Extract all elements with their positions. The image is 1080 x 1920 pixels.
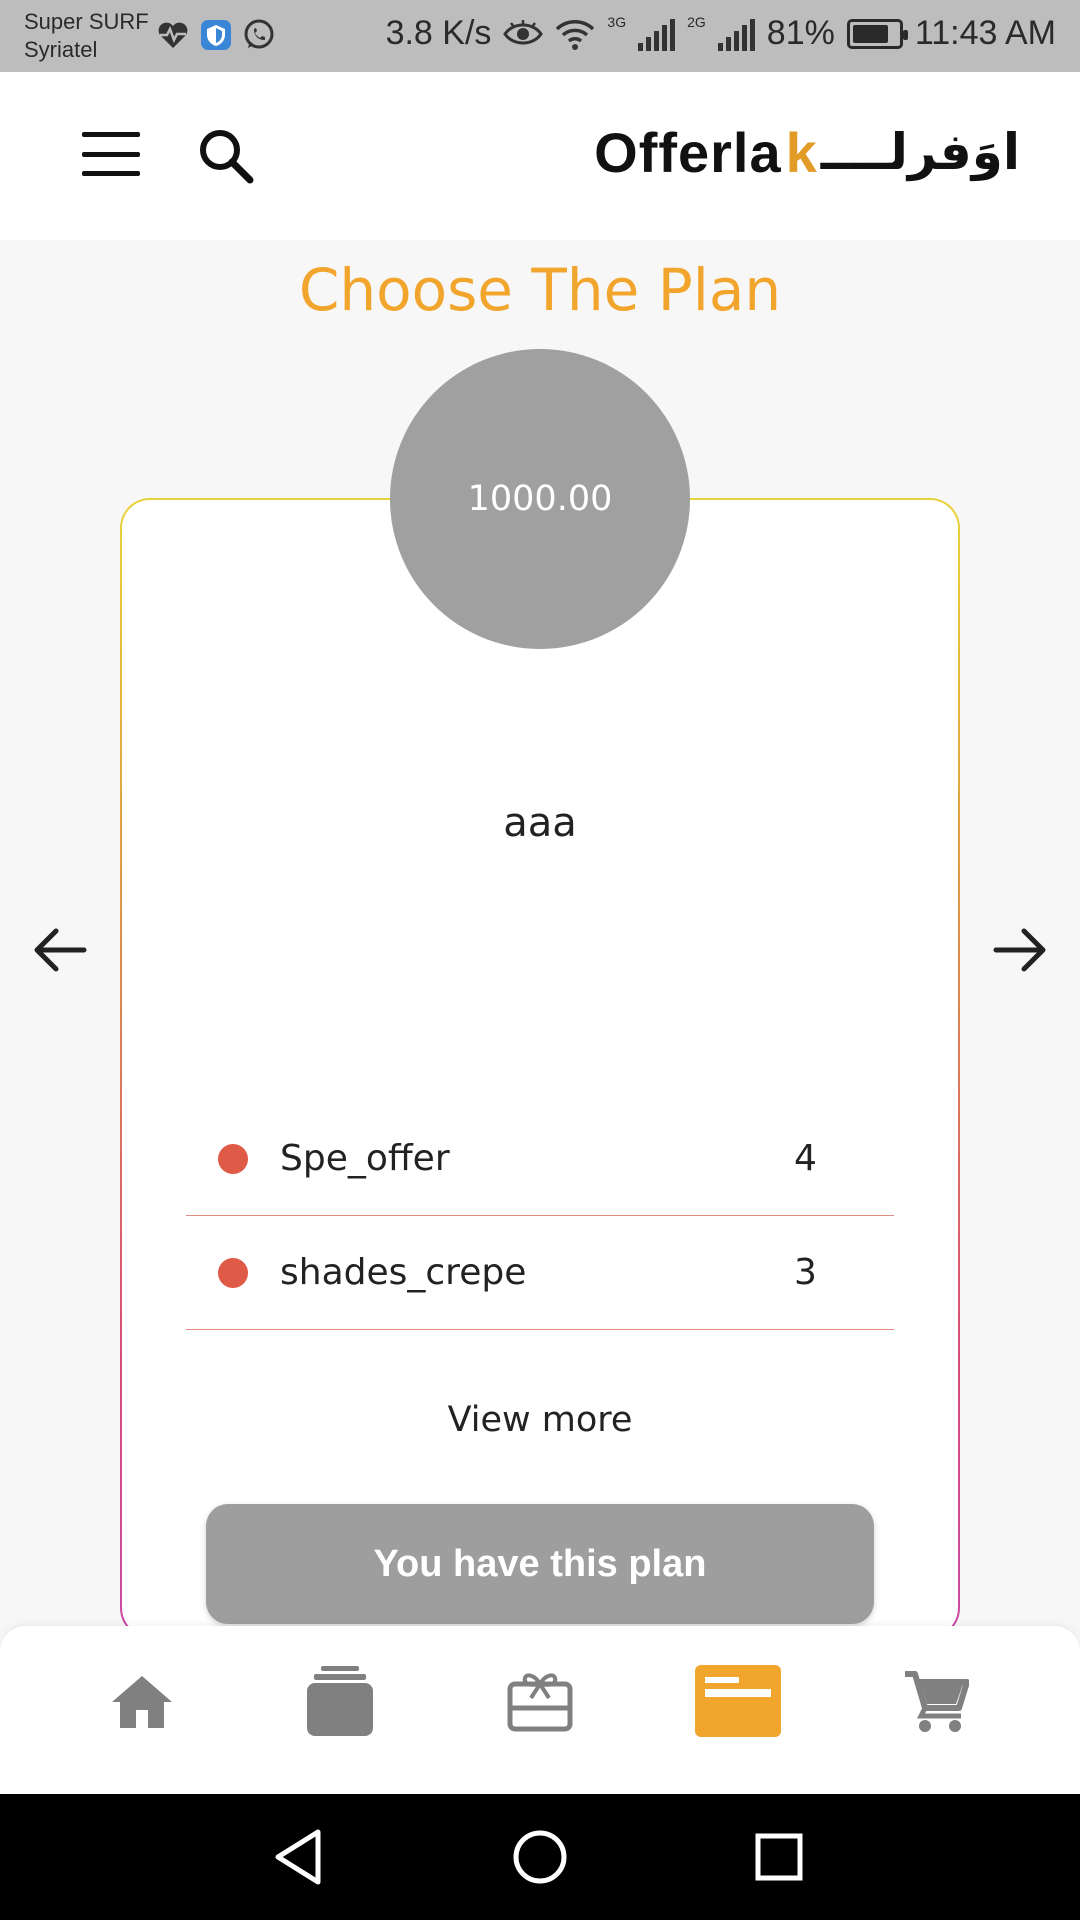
plan-card-icon — [695, 1665, 781, 1737]
signal-3g-icon — [638, 17, 676, 51]
status-right: 3.8 K/s 3G 2G 81% 11:43 AM — [386, 14, 1056, 53]
carrier-info: Super SURF Syriatel — [24, 8, 149, 64]
menu-icon-bar — [82, 151, 140, 157]
feature-name: shades_crepe — [280, 1252, 527, 1293]
feature-count: 3 — [794, 1252, 817, 1293]
next-plan-arrow-icon[interactable] — [990, 920, 1050, 980]
wifi-icon — [556, 19, 595, 50]
nav-offers[interactable] — [490, 1656, 590, 1746]
plan-price: 1000.00 — [467, 479, 613, 519]
heart-monitor-icon — [158, 22, 188, 48]
home-icon — [112, 1676, 172, 1728]
logo-text-k: k — [785, 120, 817, 184]
carrier-line-2: Syriatel — [24, 37, 98, 62]
system-navigation-bar — [0, 1794, 1080, 1920]
bottom-navigation — [0, 1626, 1080, 1794]
notification-icons — [156, 18, 276, 52]
search-icon[interactable] — [196, 126, 256, 186]
clock: 11:43 AM — [914, 14, 1056, 52]
nav-cart[interactable] — [886, 1656, 986, 1746]
cart-icon — [905, 1671, 969, 1732]
stack-icon — [307, 1666, 373, 1736]
menu-button[interactable] — [82, 132, 140, 176]
gift-card-icon — [507, 1673, 573, 1732]
bullet-dot — [218, 1143, 248, 1174]
menu-icon-bar — [82, 171, 140, 176]
carrier-line-1: Super SURF — [24, 9, 149, 34]
feature-name: Spe_offer — [280, 1138, 450, 1179]
feature-count: 4 — [794, 1138, 817, 1179]
page-title: Choose The Plan — [298, 256, 782, 324]
logo-text-english: Offerla — [594, 120, 782, 184]
shield-icon — [201, 20, 231, 50]
battery-percent: 81% — [766, 14, 835, 52]
view-more-link[interactable]: View more — [120, 1400, 960, 1440]
nav-home[interactable] — [92, 1656, 192, 1746]
whatsapp-icon — [244, 19, 274, 49]
network-2g-label: 2G — [687, 14, 706, 30]
network-speed: 3.8 K/s — [385, 14, 492, 52]
bullet-dot — [218, 1257, 248, 1288]
status-bar: Super SURF Syriatel 3.8 K/s 3G 2G 81% 11… — [0, 0, 1080, 72]
home-circle-icon[interactable] — [507, 1824, 573, 1890]
app-bar: Offerla k اوَفرلــــ — [0, 72, 1080, 240]
recents-square-icon[interactable] — [746, 1824, 812, 1890]
back-triangle-icon[interactable] — [266, 1824, 332, 1890]
plan-card — [120, 498, 960, 1638]
plan-price-badge: 1000.00 — [390, 349, 690, 649]
logo-text-arabic: اوَفرلــــ — [820, 123, 1020, 181]
signal-2g-icon — [717, 17, 755, 51]
previous-plan-arrow-icon[interactable] — [30, 920, 90, 980]
plan-name: aaa — [503, 800, 577, 846]
list-item: shades_crepe 3 — [186, 1216, 894, 1330]
network-3g-label: 3G — [607, 14, 627, 30]
battery-icon — [846, 18, 908, 49]
plan-card-body — [122, 500, 958, 1636]
current-plan-button[interactable]: You have this plan — [206, 1504, 874, 1624]
menu-icon-bar — [82, 132, 140, 137]
app-logo: Offerla k اوَفرلــــ — [594, 120, 1020, 184]
screen: Super SURF Syriatel 3.8 K/s 3G 2G 81% 11… — [0, 0, 1080, 1920]
eye-icon — [503, 19, 544, 44]
plan-feature-list: Spe_offer 4 shades_crepe 3 — [186, 1102, 894, 1330]
nav-categories[interactable] — [290, 1656, 390, 1746]
list-item: Spe_offer 4 — [186, 1102, 894, 1216]
nav-plans[interactable] — [688, 1656, 788, 1746]
